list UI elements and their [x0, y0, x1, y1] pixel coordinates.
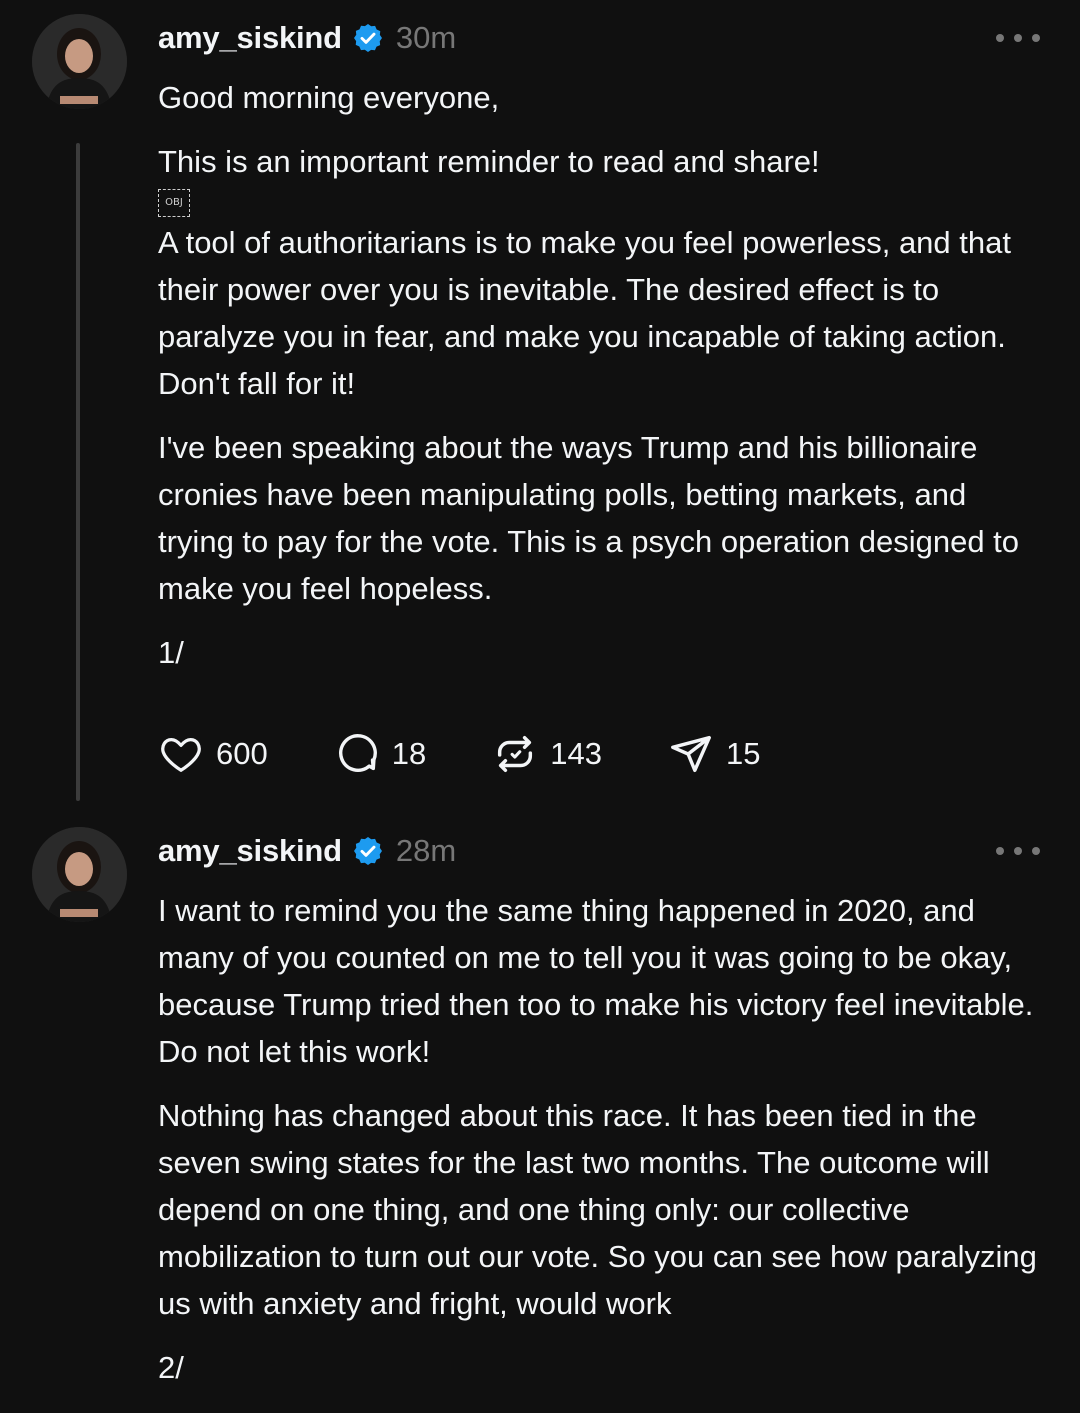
post-paragraph: 2/ — [158, 1350, 184, 1385]
reply-count: 18 — [391, 736, 427, 771]
object-placeholder-icon: OBJ — [158, 189, 190, 217]
avatar-image — [32, 827, 127, 922]
repost-icon — [498, 735, 533, 773]
comment-bubble-icon — [338, 734, 377, 772]
object-placeholder-row: OBJ — [158, 185, 1048, 221]
post-paragraph: Good morning everyone, — [158, 80, 500, 115]
heart-icon — [161, 737, 201, 772]
like-count: 600 — [216, 736, 268, 771]
post-body: I want to remind you the same thing happ… — [158, 887, 1048, 1391]
post-paragraph: This is an important reminder to read an… — [158, 144, 820, 179]
timestamp: 28m — [395, 833, 457, 868]
post-header: amy_siskind 30m — [158, 18, 456, 58]
post-actions: 600 18 143 15 — [158, 729, 826, 779]
avatar-image — [32, 14, 127, 109]
username[interactable]: amy_siskind — [158, 20, 342, 56]
send-icon — [671, 735, 711, 773]
repost-button[interactable]: 143 — [492, 731, 602, 777]
share-button[interactable]: 15 — [668, 731, 760, 777]
avatar[interactable] — [32, 827, 127, 922]
avatar[interactable] — [32, 14, 127, 109]
post-paragraph: 1/ — [158, 635, 184, 670]
share-count: 15 — [725, 736, 761, 771]
timestamp: 30m — [395, 20, 457, 55]
post-header: amy_siskind 28m — [158, 831, 456, 871]
reply-button[interactable]: 18 — [334, 731, 426, 777]
post-paragraph: I want to remind you the same thing happ… — [158, 893, 1034, 1069]
post-paragraph: A tool of authoritarians is to make you … — [158, 225, 1011, 401]
verified-badge-icon — [353, 837, 382, 865]
verified-badge-icon — [353, 24, 382, 52]
thread-connector-line — [76, 143, 80, 801]
like-button[interactable]: 600 — [158, 731, 268, 777]
post-paragraph: Nothing has changed about this race. It … — [158, 1098, 1037, 1321]
post-body: Good morning everyone, This is an import… — [158, 74, 1048, 676]
more-options-icon[interactable] — [996, 843, 1040, 859]
post-paragraph: I've been speaking about the ways Trump … — [158, 430, 1020, 606]
repost-count: 143 — [550, 736, 602, 771]
more-options-icon[interactable] — [996, 30, 1040, 46]
username[interactable]: amy_siskind — [158, 833, 342, 869]
